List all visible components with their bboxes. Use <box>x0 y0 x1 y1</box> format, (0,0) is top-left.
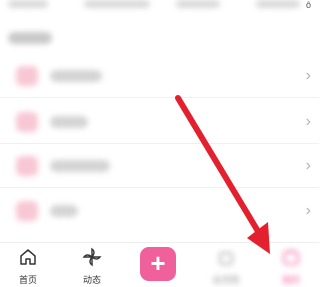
list-item-label <box>50 160 110 172</box>
list-item[interactable]: › <box>0 102 319 142</box>
chevron-right-icon: › <box>305 202 311 219</box>
chevron-right-icon: › <box>305 157 311 174</box>
profile-icon <box>283 249 299 265</box>
nav-label: 我的 <box>281 275 300 285</box>
divider <box>0 97 319 98</box>
nav-label: 会员购 <box>212 275 240 285</box>
chevron-right-icon: › <box>305 113 311 130</box>
list-item-icon <box>16 66 38 86</box>
list-item[interactable]: › <box>0 56 319 96</box>
post-button[interactable]: + <box>140 247 176 281</box>
top-tab-strip <box>0 0 319 14</box>
list-item-label <box>50 70 102 82</box>
list-item-icon <box>16 201 38 221</box>
divider <box>0 143 319 144</box>
nav-label: 首页 <box>18 275 37 285</box>
top-corner-icon: ô <box>305 0 311 10</box>
bottom-navigation: 首页 动态 + 会员购 我的 <box>0 242 319 287</box>
top-tab-placeholder <box>84 0 150 8</box>
nav-item-home[interactable]: 首页 <box>0 243 56 287</box>
nav-item-me[interactable]: 我的 <box>263 243 319 287</box>
divider <box>0 187 319 188</box>
top-tab-placeholder <box>8 0 48 8</box>
nav-item-dynamic[interactable]: 动态 <box>64 243 120 287</box>
list-item-icon <box>16 112 38 132</box>
top-tab-placeholder <box>176 0 220 8</box>
home-icon <box>20 249 36 265</box>
list-item[interactable]: › <box>0 191 319 231</box>
shopping-icon <box>219 252 233 265</box>
pinwheel-icon <box>82 247 102 267</box>
list-item-icon <box>16 156 38 176</box>
nav-label: 动态 <box>82 275 101 285</box>
chevron-right-icon: › <box>305 67 311 84</box>
plus-icon: + <box>150 248 166 278</box>
list-item[interactable]: › <box>0 146 319 186</box>
list-item-label <box>50 205 78 217</box>
section-title <box>8 32 52 44</box>
top-tab-placeholder <box>256 0 300 8</box>
nav-item-shop[interactable]: 会员购 <box>198 243 254 287</box>
list-item-label <box>50 116 88 128</box>
